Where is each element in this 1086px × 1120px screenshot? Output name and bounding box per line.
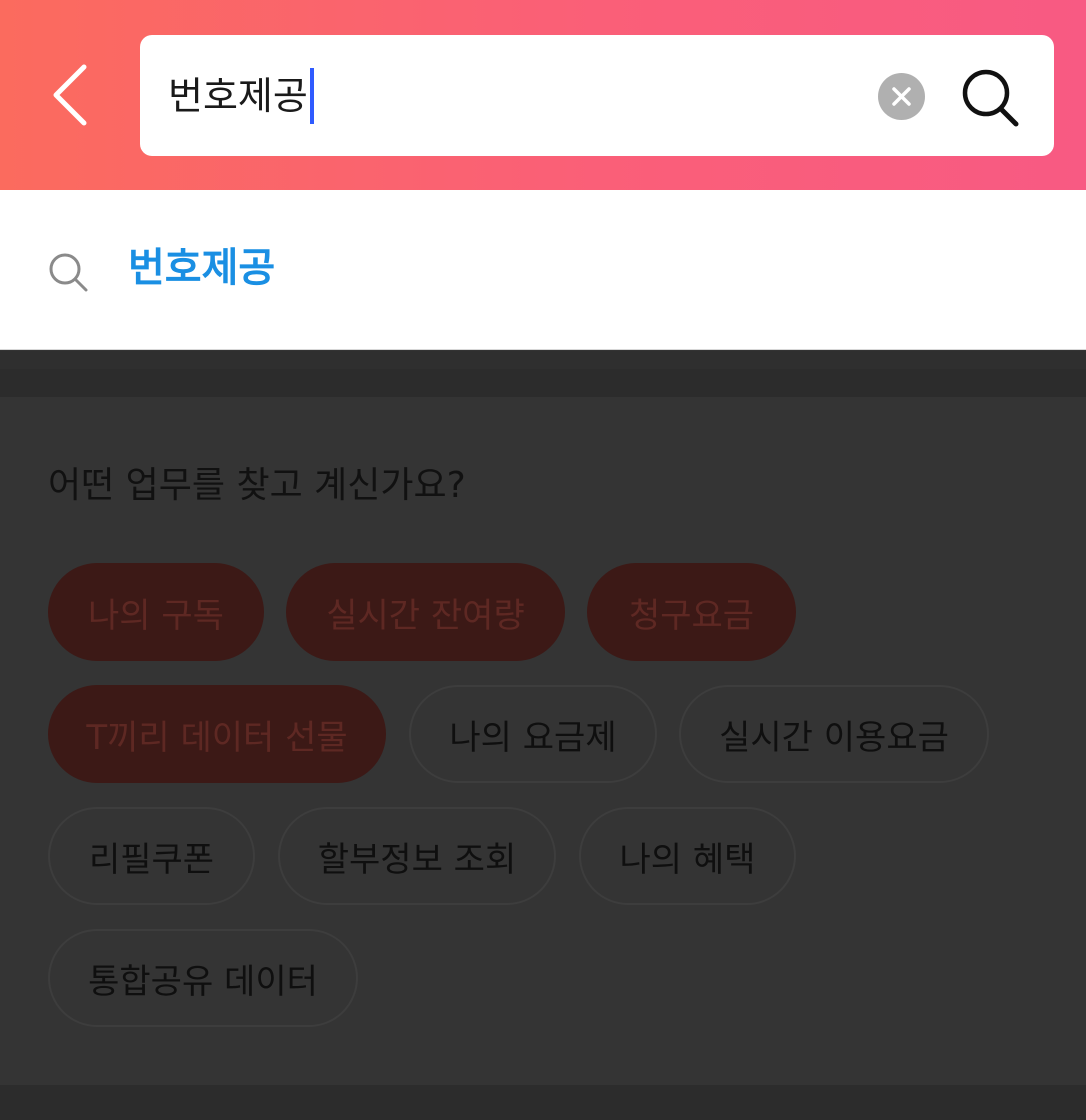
chip-realtime-remaining[interactable]: 실시간 잔여량 [286, 563, 565, 661]
close-icon [892, 87, 911, 106]
divider [0, 369, 1086, 397]
chip-my-benefits[interactable]: 나의 혜택 [579, 807, 796, 905]
search-header: 번호제공 [0, 0, 1086, 190]
search-button[interactable] [958, 63, 1024, 133]
chip-installment-info[interactable]: 할부정보 조회 [278, 807, 556, 905]
search-suggestion-list: 번호제공 [0, 190, 1086, 350]
chip-billing[interactable]: 청구요금 [587, 563, 796, 661]
chevron-left-icon [53, 64, 87, 126]
section-title: 어떤 업무를 찾고 계신가요? [48, 465, 466, 506]
chip-realtime-usage-fee[interactable]: 실시간 이용요금 [679, 685, 989, 783]
divider [0, 351, 1086, 369]
chip-data-gift[interactable]: T끼리 데이터 선물 [48, 685, 386, 783]
search-input[interactable]: 번호제공 [168, 63, 728, 129]
chip-my-subscription[interactable]: 나의 구독 [48, 563, 264, 661]
divider [0, 1085, 1086, 1120]
back-button[interactable] [40, 55, 102, 133]
chip-my-plan[interactable]: 나의 요금제 [409, 685, 657, 783]
clear-search-button[interactable] [878, 73, 925, 120]
chip-refill-coupon[interactable]: 리필쿠폰 [48, 807, 255, 905]
search-icon [962, 69, 1019, 127]
chip-shared-data[interactable]: 통합공유 데이터 [48, 929, 358, 1027]
search-icon [46, 250, 90, 294]
search-box: 번호제공 [140, 35, 1054, 156]
search-query-text: 번호제공 [168, 74, 308, 118]
suggestion-item[interactable]: 번호제공 [128, 236, 275, 300]
text-caret [309, 68, 314, 124]
